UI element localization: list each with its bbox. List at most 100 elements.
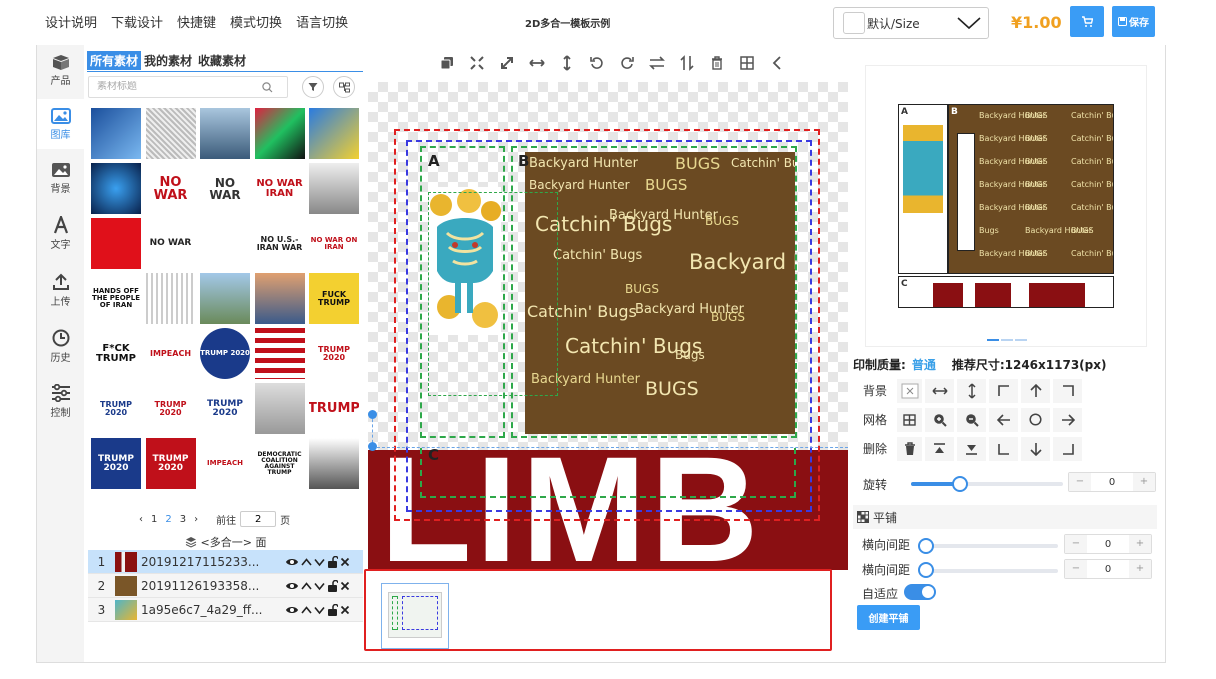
pager-page-1[interactable]: 1 (151, 514, 157, 525)
carousel-dot[interactable] (1001, 339, 1013, 341)
tile-h-spacing-knob[interactable] (918, 538, 934, 554)
eye-icon[interactable] (285, 581, 299, 591)
carousel-dot[interactable] (987, 339, 999, 341)
asset-thumbnail[interactable] (309, 108, 359, 159)
menu-download-design[interactable]: 下载设计 (111, 12, 163, 31)
tile-h-increment[interactable]: + (1129, 535, 1151, 553)
unlock-icon[interactable] (327, 579, 338, 592)
tile-h-spacing-slider[interactable] (922, 544, 1058, 548)
eye-icon[interactable] (285, 605, 299, 615)
tab-favorite-assets[interactable]: 收藏素材 (195, 51, 249, 70)
nav-item-upload[interactable]: 上传 (37, 265, 84, 315)
save-button[interactable]: 保存 (1112, 6, 1155, 37)
tile-v-increment[interactable]: + (1129, 560, 1151, 578)
align-bottom-left-button[interactable] (989, 436, 1018, 461)
asset-thumbnail[interactable] (91, 218, 141, 269)
bring-to-top-button[interactable] (925, 436, 954, 461)
align-top-right-button[interactable] (1053, 378, 1082, 403)
tile-v-spacing-slider[interactable] (922, 569, 1058, 573)
asset-thumbnail[interactable] (309, 438, 359, 489)
search-icon[interactable] (262, 82, 273, 93)
nav-item-background[interactable]: 背景 (37, 153, 84, 203)
asset-thumbnail[interactable] (145, 273, 196, 324)
asset-thumbnail[interactable] (200, 273, 250, 324)
tab-my-assets[interactable]: 我的素材 (141, 51, 195, 70)
align-bottom-right-button[interactable] (1053, 436, 1082, 461)
menu-language-switch[interactable]: 语言切换 (296, 12, 348, 31)
asset-thumbnail[interactable] (254, 328, 305, 379)
layer-row[interactable]: 3 1a95e6c7_4a29_ff... (88, 598, 363, 622)
stretch-height-button[interactable] (957, 378, 986, 403)
cart-button[interactable] (1070, 6, 1104, 37)
eye-icon[interactable] (285, 557, 299, 567)
toggle-grid-button[interactable] (897, 407, 922, 432)
move-right-button[interactable] (1053, 407, 1082, 432)
delete-element-button[interactable] (897, 436, 922, 461)
asset-thumbnail[interactable]: NO WAR (200, 163, 250, 214)
category-button[interactable] (333, 76, 355, 98)
asset-thumbnail[interactable]: TRUMP 2020 (145, 438, 196, 489)
asset-thumbnail[interactable]: NO WAR (145, 163, 196, 214)
asset-thumbnail[interactable]: NO U.S.-IRAN WAR (254, 218, 305, 269)
zoom-out-button[interactable] (957, 407, 986, 432)
copy-button[interactable] (432, 52, 462, 74)
rotate-right-button[interactable] (612, 52, 642, 74)
asset-thumbnail[interactable]: TRUMP (309, 383, 359, 434)
auto-fit-toggle[interactable] (904, 584, 936, 600)
chevron-down-icon[interactable] (314, 605, 325, 615)
nav-item-library[interactable]: 图库 (37, 99, 84, 149)
stretch-vertical-button[interactable] (552, 52, 582, 74)
pager-goto-input[interactable] (240, 511, 277, 527)
tab-all-assets[interactable]: 所有素材 (87, 51, 142, 70)
asset-thumbnail[interactable] (309, 163, 359, 214)
asset-thumbnail[interactable]: TRUMP 2020 (145, 383, 196, 434)
rotate-increment[interactable]: + (1133, 473, 1155, 491)
send-to-bottom-button[interactable] (957, 436, 986, 461)
tile-v-decrement[interactable]: − (1065, 560, 1087, 578)
asset-thumbnail[interactable] (254, 108, 305, 159)
asset-thumbnail[interactable] (91, 108, 141, 159)
asset-thumbnail[interactable]: IMPEACH (145, 328, 196, 379)
unlock-icon[interactable] (327, 555, 338, 568)
align-top-left-button[interactable] (989, 378, 1018, 403)
grid-button[interactable] (732, 52, 762, 74)
rotate-value[interactable]: 0 (1091, 477, 1133, 488)
nav-item-control[interactable]: 控制 (37, 376, 84, 426)
menu-design-guide[interactable]: 设计说明 (45, 12, 97, 31)
clear-background-button[interactable] (897, 378, 922, 403)
stretch-horizontal-button[interactable] (522, 52, 552, 74)
pager-next[interactable]: › (194, 514, 198, 525)
selection-handle[interactable] (368, 410, 377, 419)
asset-thumbnail[interactable] (254, 273, 305, 324)
center-button[interactable] (1021, 407, 1050, 432)
create-tile-button[interactable]: 创建平铺 (857, 605, 920, 630)
asset-search-input[interactable] (97, 81, 262, 92)
asset-thumbnail[interactable]: DEMOCRATIC COALITION AGAINST TRUMP (254, 438, 305, 489)
asset-thumbnail[interactable]: TRUMP 2020 (200, 328, 250, 379)
asset-thumbnail[interactable]: HANDS OFF THE PEOPLE OF IRAN (91, 273, 141, 324)
close-icon[interactable] (340, 581, 350, 591)
nav-item-history[interactable]: 历史 (37, 321, 84, 371)
chevron-up-icon[interactable] (301, 605, 312, 615)
chevron-down-icon[interactable] (314, 581, 325, 591)
pager-prev[interactable]: ‹ (139, 514, 143, 525)
asset-thumbnail[interactable]: NO WAR (145, 218, 196, 269)
move-left-button[interactable] (989, 407, 1018, 432)
asset-thumbnail[interactable]: NO WAR IRAN (254, 163, 305, 214)
size-select[interactable]: 默认/Size (833, 7, 989, 39)
rotate-slider[interactable] (911, 482, 1063, 486)
asset-thumbnail[interactable]: TRUMP 2020 (309, 328, 359, 379)
menu-mode-switch[interactable]: 模式切换 (230, 12, 282, 31)
prev-button[interactable] (762, 52, 792, 74)
tile-v-value[interactable]: 0 (1087, 564, 1129, 575)
design-canvas[interactable]: Backyard HunterBUGSCatchin' BugsBackyard… (368, 82, 848, 570)
expand-button[interactable] (492, 52, 522, 74)
asset-thumbnail[interactable] (254, 383, 305, 434)
nav-item-text[interactable]: 文字 (37, 208, 84, 258)
layer-row[interactable]: 2 20191126193358... (88, 574, 363, 598)
close-icon[interactable] (340, 605, 350, 615)
asset-thumbnail[interactable]: FUCK TRUMP (309, 273, 359, 324)
layer-row[interactable]: 1 20191217115233... (88, 550, 363, 574)
rotate-left-button[interactable] (582, 52, 612, 74)
asset-thumbnail[interactable]: IMPEACH (200, 438, 250, 489)
